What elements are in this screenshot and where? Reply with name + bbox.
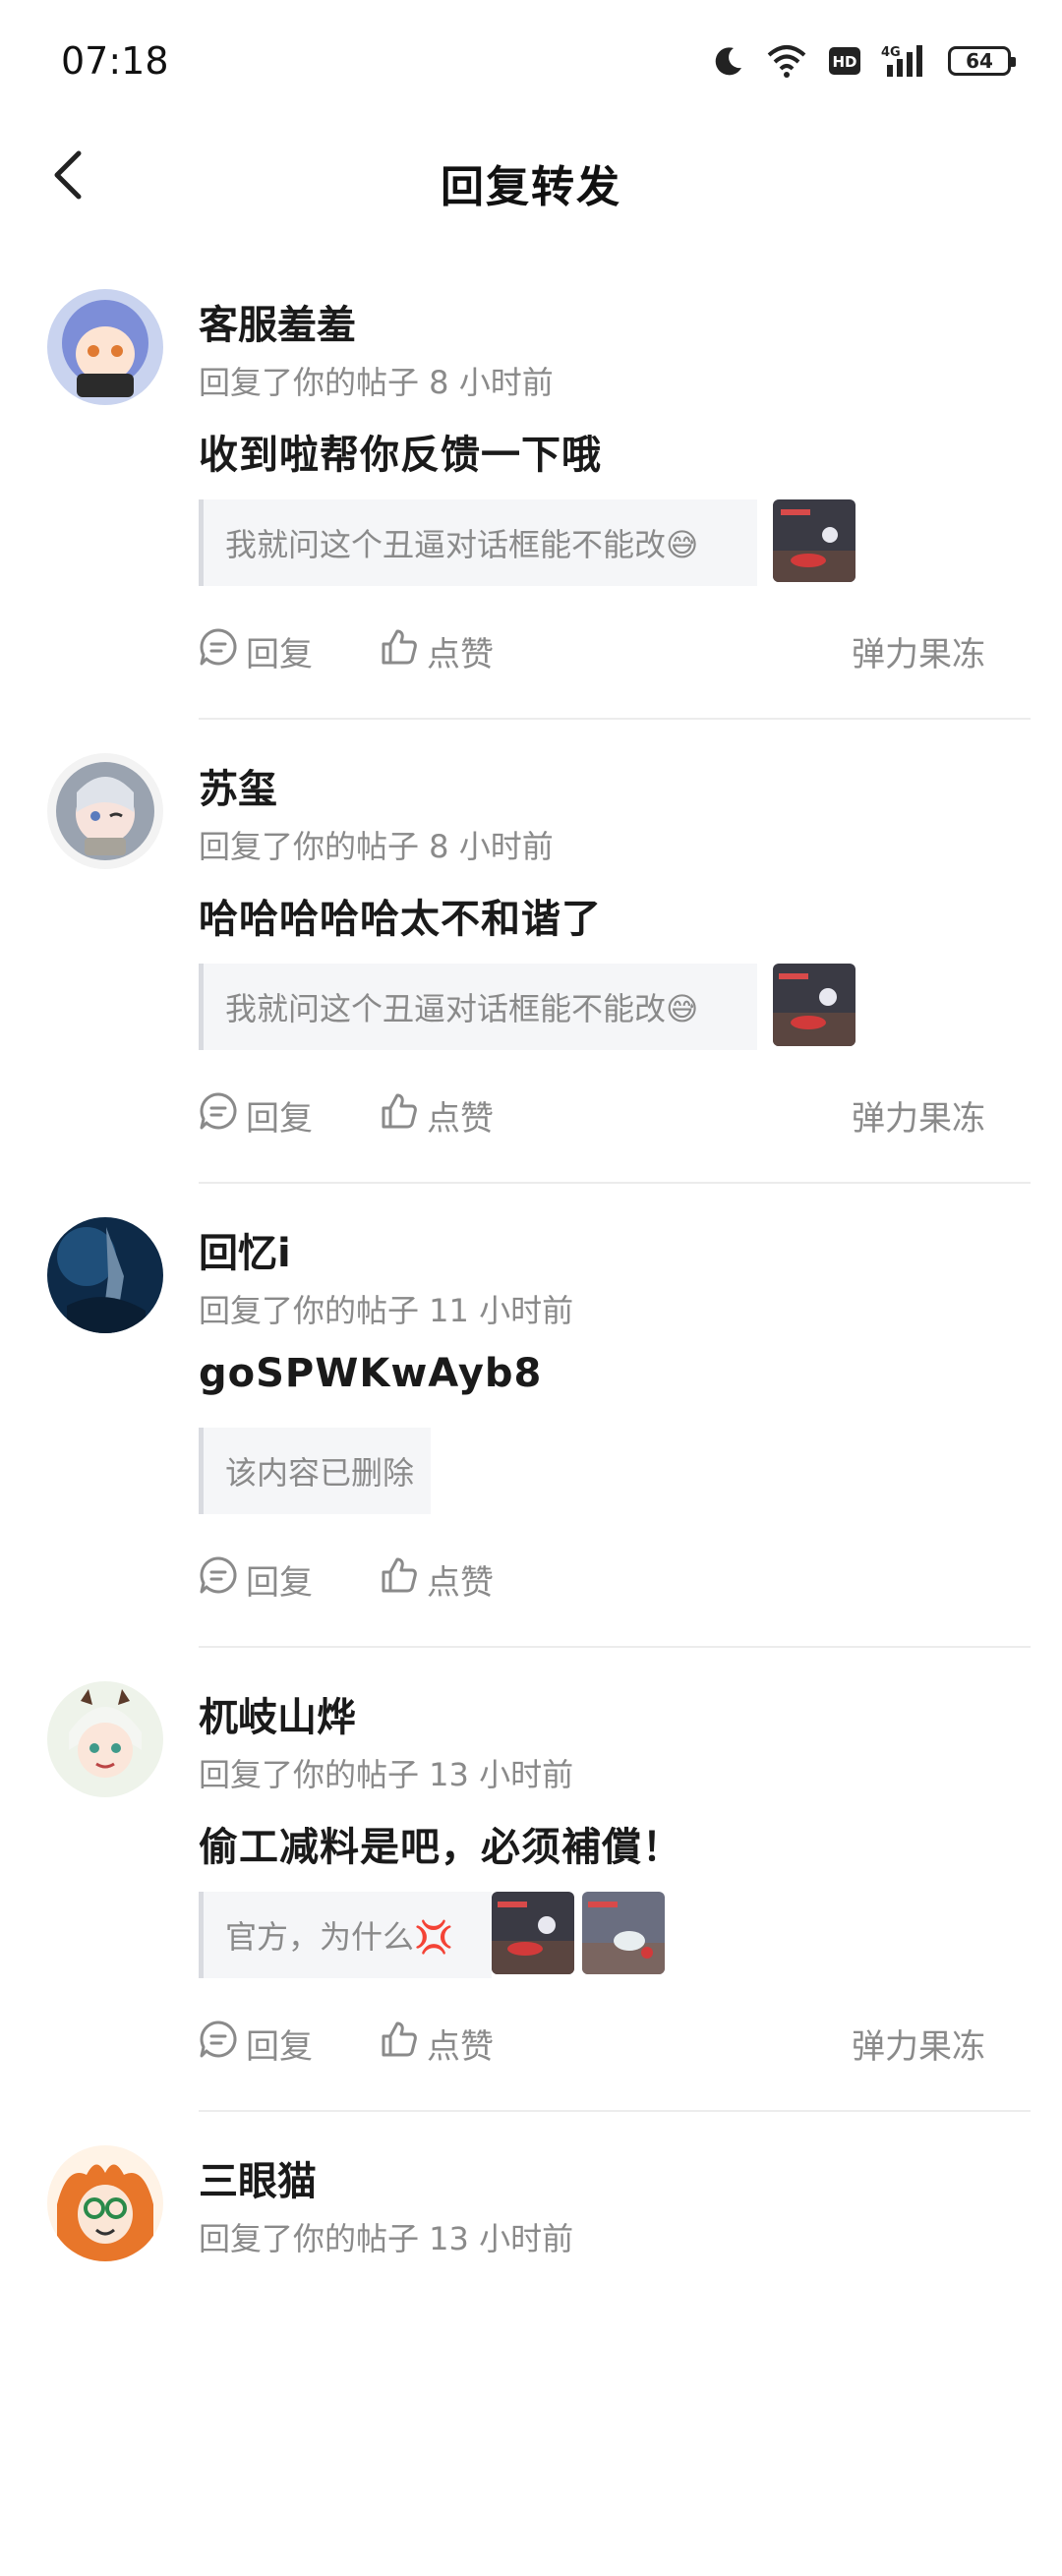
battery-level: 64 <box>966 49 993 73</box>
quoted-post-images <box>773 964 856 1046</box>
reply-meta: 回复了你的帖子 11 小时前 <box>199 1292 574 1329</box>
avatar[interactable] <box>47 753 163 869</box>
quoted-post-text: 该内容已删除 <box>225 1454 415 1492</box>
reply-button[interactable]: 回复 <box>199 1550 313 1609</box>
comment-icon <box>199 627 238 675</box>
like-button[interactable]: 点赞 <box>380 2014 494 2073</box>
reply-meta: 回复了你的帖子 8 小时前 <box>199 828 554 865</box>
moon-icon <box>712 44 745 78</box>
quoted-post-image[interactable] <box>773 964 856 1046</box>
action-bar: 回复 点赞 弹力果冻 <box>199 1085 985 1144</box>
comment-icon <box>199 1555 238 1604</box>
username[interactable]: 客服羞羞 <box>199 293 356 350</box>
game-tag[interactable]: 弹力果冻 <box>852 621 985 680</box>
quoted-post[interactable]: 我就问这个丑逼对话框能不能改😅 <box>199 499 757 586</box>
quoted-post[interactable]: 该内容已删除 <box>199 1428 431 1514</box>
status-time: 07:18 <box>61 39 169 83</box>
comment-icon <box>199 2020 238 2068</box>
reply-button[interactable]: 回复 <box>199 2014 313 2073</box>
like-button[interactable]: 点赞 <box>380 1085 494 1144</box>
cellular-signal-icon: 4G <box>881 43 928 79</box>
quoted-post-image[interactable] <box>492 1892 574 1974</box>
quoted-post-images <box>773 499 856 582</box>
quoted-post-images <box>492 1892 665 1974</box>
svg-text:4G: 4G <box>881 45 901 60</box>
quoted-post-text: 官方，为什么💢 <box>225 1918 453 1956</box>
comment-icon <box>199 1091 238 1140</box>
avatar[interactable] <box>47 2145 163 2261</box>
username[interactable]: 三眼猫 <box>199 2149 317 2206</box>
username[interactable]: 杌岐山烨 <box>199 1685 356 1742</box>
reply-label: 回复 <box>246 1098 313 1139</box>
header: 回复转发 <box>0 118 1062 236</box>
reply-button[interactable]: 回复 <box>199 1085 313 1144</box>
reply-meta: 回复了你的帖子 8 小时前 <box>199 364 554 401</box>
like-label: 点赞 <box>427 1562 494 1603</box>
like-label: 点赞 <box>427 2026 494 2067</box>
list-item[interactable]: 苏玺 回复了你的帖子 8 小时前 哈哈哈哈哈太不和谐了 我就问这个丑逼对话框能不… <box>0 720 1062 1184</box>
wifi-icon <box>765 43 808 79</box>
list-item[interactable]: 回忆i 回复了你的帖子 11 小时前 goSPWKwAyb8 该内容已删除 回复… <box>0 1184 1062 1648</box>
thumbs-up-icon <box>380 1555 419 1604</box>
reply-meta: 回复了你的帖子 13 小时前 <box>199 2220 574 2257</box>
battery-icon: 64 <box>948 46 1016 76</box>
reply-label: 回复 <box>246 1562 313 1603</box>
like-button[interactable]: 点赞 <box>380 1550 494 1609</box>
action-bar: 回复 点赞 弹力果冻 <box>199 2014 985 2073</box>
action-bar: 回复 点赞 <box>199 1550 985 1609</box>
reply-label: 回复 <box>246 2026 313 2067</box>
like-button[interactable]: 点赞 <box>380 621 494 680</box>
thumbs-up-icon <box>380 2020 419 2068</box>
username[interactable]: 回忆i <box>199 1221 291 1278</box>
thumbs-up-icon <box>380 1091 419 1140</box>
quoted-post-image[interactable] <box>582 1892 665 1974</box>
reply-feed: 客服羞羞 回复了你的帖子 8 小时前 收到啦帮你反馈一下哦 我就问这个丑逼对话框… <box>0 256 1062 2576</box>
like-label: 点赞 <box>427 634 494 674</box>
list-item[interactable]: 三眼猫 回复了你的帖子 13 小时前 <box>0 2112 1062 2576</box>
status-bar: 07:18 HD 4G 64 <box>0 0 1062 118</box>
svg-text:HD: HD <box>832 53 856 71</box>
avatar[interactable] <box>47 1217 163 1333</box>
hd-icon: HD <box>828 46 861 76</box>
thumbs-up-icon <box>380 627 419 675</box>
username[interactable]: 苏玺 <box>199 757 277 814</box>
list-item[interactable]: 客服羞羞 回复了你的帖子 8 小时前 收到啦帮你反馈一下哦 我就问这个丑逼对话框… <box>0 256 1062 720</box>
action-bar: 回复 点赞 弹力果冻 <box>199 621 985 680</box>
quoted-post-text: 我就问这个丑逼对话框能不能改😅 <box>225 526 699 563</box>
avatar[interactable] <box>47 289 163 405</box>
like-label: 点赞 <box>427 1098 494 1139</box>
quoted-post-text: 我就问这个丑逼对话框能不能改😅 <box>225 990 699 1027</box>
avatar[interactable] <box>47 1681 163 1797</box>
page-title: 回复转发 <box>441 162 621 212</box>
reply-label: 回复 <box>246 634 313 674</box>
status-icons: HD 4G 64 <box>712 39 1016 83</box>
reply-content[interactable]: 哈哈哈哈哈太不和谐了 <box>199 887 602 944</box>
list-item[interactable]: 杌岐山烨 回复了你的帖子 13 小时前 偷工减料是吧，必须補償！ 官方，为什么💢 <box>0 1648 1062 2112</box>
quoted-post-image[interactable] <box>773 499 856 582</box>
quoted-post[interactable]: 我就问这个丑逼对话框能不能改😅 <box>199 964 757 1050</box>
reply-content[interactable]: 收到啦帮你反馈一下哦 <box>199 423 602 480</box>
reply-content[interactable]: 偷工减料是吧，必须補償！ <box>199 1815 682 1872</box>
reply-meta: 回复了你的帖子 13 小时前 <box>199 1756 574 1793</box>
game-tag[interactable]: 弹力果冻 <box>852 2014 985 2073</box>
reply-button[interactable]: 回复 <box>199 621 313 680</box>
reply-content[interactable]: goSPWKwAyb8 <box>199 1351 542 1396</box>
quoted-post[interactable]: 官方，为什么💢 <box>199 1892 492 1978</box>
game-tag[interactable]: 弹力果冻 <box>852 1085 985 1144</box>
